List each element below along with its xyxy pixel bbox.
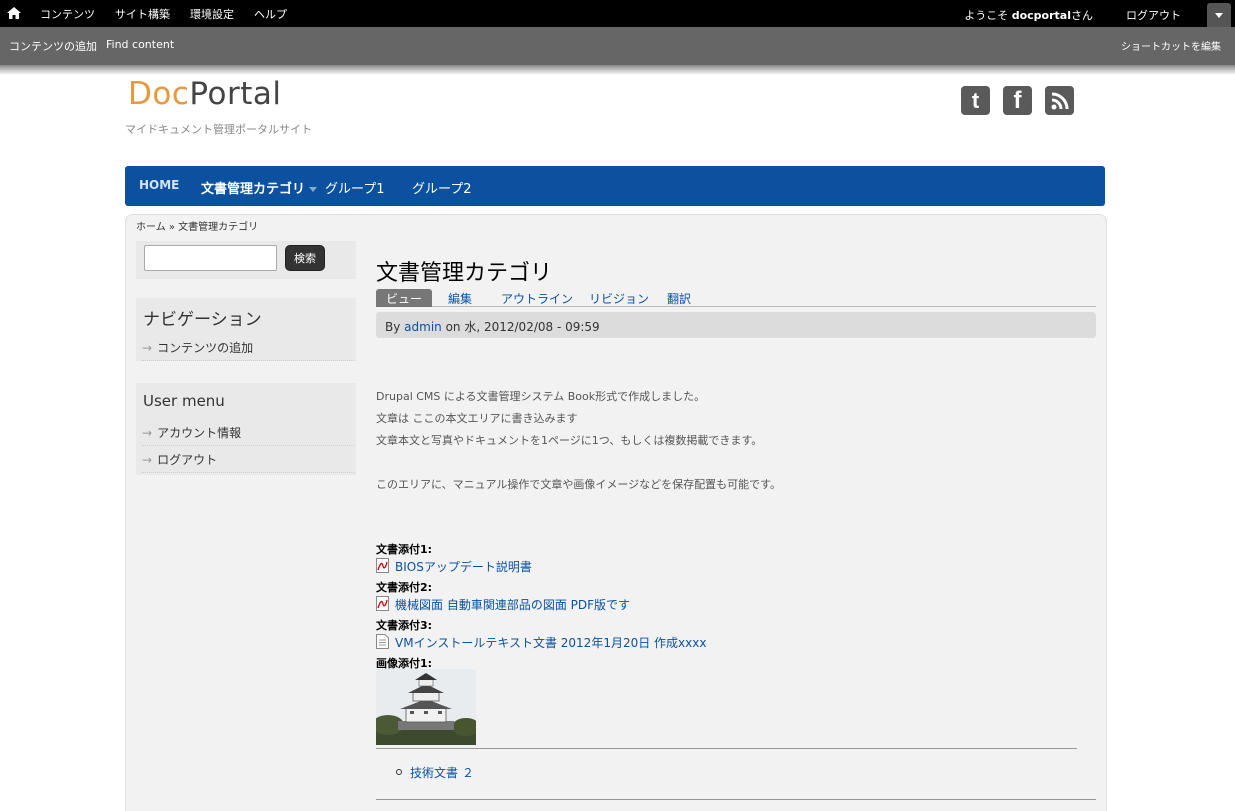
edit-shortcuts-link[interactable]: ショートカットを編集 [1121, 38, 1221, 53]
submitted-date: on 水, 2012/02/08 - 09:59 [441, 320, 600, 334]
navigation-block: ナビゲーション → コンテンツの追加 [136, 298, 356, 361]
shortcut-drawer-toggle[interactable] [1207, 3, 1231, 29]
tab-revisions[interactable]: リビジョン [589, 289, 649, 307]
user-menu-title: User menu [143, 392, 225, 410]
tab-translate[interactable]: 翻訳 [667, 289, 691, 307]
pdf-icon [376, 558, 389, 573]
tab-view[interactable]: ビュー [376, 289, 432, 307]
main-menu-category[interactable]: 文書管理カテゴリ [201, 178, 318, 197]
logo-part-doc: Doc [128, 76, 190, 112]
attachment-link-2[interactable]: 機械図面 自動車関連部品の図面 PDF版です [376, 596, 630, 613]
twitter-icon[interactable]: t [961, 86, 990, 115]
divider [376, 748, 1077, 749]
search-input[interactable] [144, 245, 277, 271]
divider [376, 799, 1096, 800]
search-block: 検索 [136, 241, 356, 279]
chevron-down-icon [309, 187, 318, 192]
search-button[interactable]: 検索 [285, 245, 325, 271]
user-menu-logout-link[interactable]: → ログアウト [142, 451, 354, 473]
bullet-icon [396, 769, 402, 775]
text-file-icon [376, 634, 389, 649]
toolbar-shadow [0, 65, 1235, 75]
shortcut-find-content[interactable]: Find content [106, 38, 174, 51]
breadcrumb[interactable]: ホーム » 文書管理カテゴリ [136, 218, 258, 233]
toolbar-logout-link[interactable]: ログアウト [1126, 7, 1181, 23]
facebook-glyph: f [1013, 86, 1022, 114]
user-menu-block: User menu → アカウント情報 → ログアウト [136, 383, 356, 475]
rss-glyph [1051, 92, 1068, 109]
twitter-glyph: t [971, 87, 980, 113]
site-slogan: マイドキュメント管理ポータルサイト [125, 123, 312, 136]
main-menu-home[interactable]: HOME [139, 178, 179, 192]
body-text-line: 文章は ここの本文エリアに書き込みます [376, 412, 578, 425]
book-child-label: 技術文書 ２ [410, 766, 474, 780]
tab-edit[interactable]: 編集 [448, 289, 472, 307]
facebook-icon[interactable]: f [1003, 86, 1032, 115]
user-menu-account-link[interactable]: → アカウント情報 [142, 424, 354, 446]
toolbar-menu-config[interactable]: 環境設定 [190, 6, 234, 22]
nav-link-add-content[interactable]: → コンテンツの追加 [142, 339, 354, 361]
main-menu: HOME 文書管理カテゴリ グループ1 グループ2 [125, 166, 1105, 206]
home-icon[interactable] [6, 5, 22, 21]
toolbar-menu-content[interactable]: コンテンツ [40, 6, 95, 22]
shortcut-bar: コンテンツの追加 Find content ショートカットを編集 [0, 27, 1235, 65]
castle-photo[interactable] [376, 669, 476, 745]
rss-icon[interactable] [1045, 86, 1074, 115]
attachment-link-3[interactable]: VMインストールテキスト文書 2012年1月20日 作成xxxx [376, 634, 706, 651]
toolbar-menu-structure[interactable]: サイト構築 [115, 6, 170, 22]
nav-link-label: コンテンツの追加 [157, 341, 254, 355]
navigation-block-title: ナビゲーション [143, 310, 262, 330]
attachment-label-3: 文書添付3: [376, 619, 433, 632]
user-menu-link-label: ログアウト [157, 453, 218, 467]
attachment-filename: 機械図面 自動車関連部品の図面 PDF版です [395, 598, 631, 612]
body-text-line: このエリアに、マニュアル操作で文章や画像イメージなどを保存配置も可能です。 [376, 478, 782, 491]
page-title: 文書管理カテゴリ [376, 261, 553, 286]
attachment-filename: VMインストールテキスト文書 2012年1月20日 作成xxxx [395, 636, 707, 650]
arrow-right-icon: → [142, 341, 153, 355]
admin-toolbar: コンテンツ サイト構築 環境設定 ヘルプ ようこそ docportalさん ログ… [0, 0, 1235, 29]
user-menu-link-label: アカウント情報 [157, 426, 242, 440]
body-text-line: Drupal CMS による文書管理システム Book形式で作成しました。 [376, 390, 706, 403]
welcome-suffix: さん [1071, 9, 1093, 22]
author-link[interactable]: admin [404, 320, 442, 334]
welcome-prefix: ようこそ [964, 9, 1012, 22]
pdf-icon [376, 596, 389, 611]
book-child-link[interactable]: 技術文書 ２ [396, 764, 474, 781]
attachment-link-1[interactable]: BIOSアップデート説明書 [376, 558, 532, 575]
toolbar-menu-help[interactable]: ヘルプ [254, 6, 287, 22]
main-menu-category-label: 文書管理カテゴリ [201, 182, 306, 197]
main-menu-group2[interactable]: グループ2 [412, 178, 472, 197]
attachment-label-2: 文書添付2: [376, 581, 433, 594]
submitted-info: By admin on 水, 2012/02/08 - 09:59 [376, 312, 1096, 338]
node-tabs: ビュー 編集 アウトライン リビジョン 翻訳 [376, 289, 1096, 307]
arrow-right-icon: → [142, 426, 153, 440]
body-text-line: 文章本文と写真やドキュメントを1ページに1つ、もしくは複数掲載できます。 [376, 434, 763, 447]
main-menu-group1[interactable]: グループ1 [325, 178, 385, 197]
attachment-filename: BIOSアップデート説明書 [395, 560, 532, 574]
arrow-right-icon: → [142, 453, 153, 467]
username-link[interactable]: docportal [1012, 9, 1071, 22]
tab-outline[interactable]: アウトライン [501, 289, 573, 307]
submitted-by-label: By [385, 320, 405, 334]
shortcut-add-content[interactable]: コンテンツの追加 [9, 38, 97, 54]
attachment-label-1: 文書添付1: [376, 543, 433, 556]
site-logo[interactable]: DocPortal [128, 76, 281, 112]
logo-part-portal: Portal [189, 76, 282, 112]
welcome-text: ようこそ docportalさん [964, 7, 1093, 23]
